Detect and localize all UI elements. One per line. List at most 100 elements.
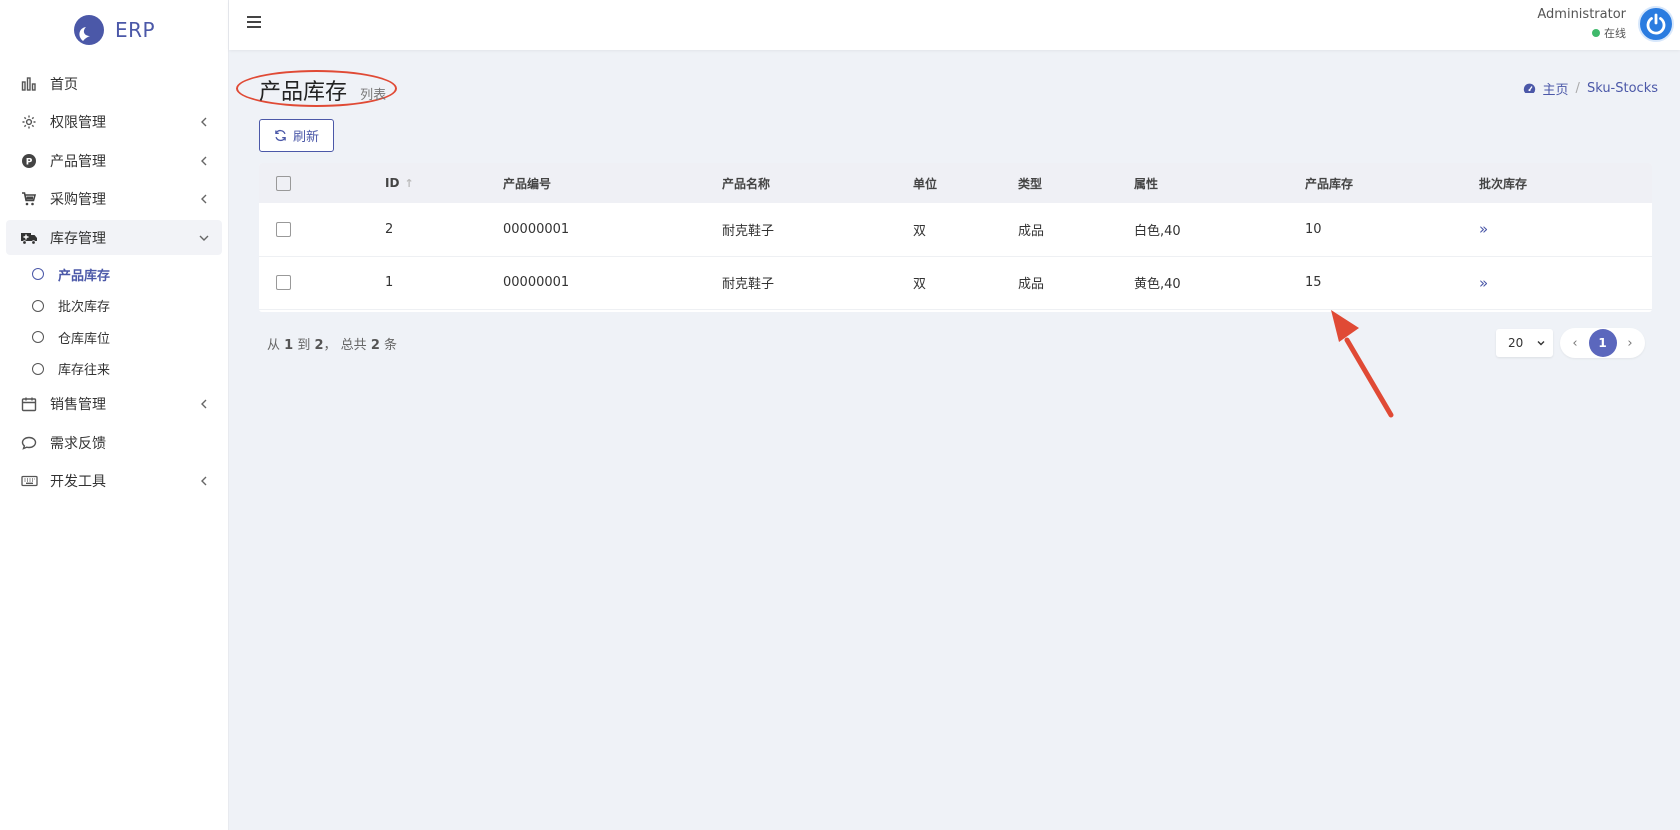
sidebar-item-label: 开发工具 [50, 474, 106, 490]
page-1-button[interactable]: 1 [1588, 329, 1617, 357]
cell-product-stock: 15 [1305, 275, 1322, 290]
header-type: 类型 [1018, 176, 1043, 191]
circle-icon [32, 331, 44, 344]
sidebar-subitem-warehouse-location[interactable]: 仓库库位 [6, 322, 222, 354]
summary-from: 1 [284, 338, 294, 353]
sidebar-menu: 首页 权限管理 P 产品管理 采购管理 库存管理 产品库存 批次库存 仓库库位 … [0, 60, 228, 499]
summary-suffix: 条 [384, 338, 398, 353]
pagination: ‹ 1 › [1560, 328, 1645, 358]
checkbox-icon[interactable] [276, 275, 291, 290]
cell-type: 成品 [1018, 277, 1045, 292]
table-row: 1 00000001 耐克鞋子 双 成品 黄色,40 15 » [259, 256, 1652, 309]
cell-id: 2 [385, 221, 394, 237]
sort-arrow-up-icon[interactable]: ↑ [404, 177, 413, 190]
sidebar-item-label: 库存管理 [50, 230, 106, 247]
sidebar-subitem-batch-stock[interactable]: 批次库存 [6, 290, 222, 322]
header-id[interactable]: ID ↑ [385, 163, 503, 203]
batch-stock-link[interactable]: » [1479, 220, 1488, 238]
cell-attributes: 白色,40 [1134, 223, 1181, 239]
row-select[interactable] [259, 256, 385, 309]
power-icon [1646, 13, 1666, 35]
cell-product-stock: 10 [1305, 221, 1322, 237]
sidebar-subitem-product-stock[interactable]: 产品库存 [6, 259, 222, 291]
checkbox-icon[interactable] [276, 175, 291, 191]
summary-mid: 到 [297, 338, 311, 353]
sidebar-item-label: 首页 [50, 76, 78, 93]
sidebar-item-feedback[interactable]: 需求反馈 [6, 425, 222, 460]
header-unit: 单位 [913, 176, 938, 191]
breadcrumb-separator: / [1575, 81, 1580, 96]
cell-unit: 双 [913, 223, 927, 239]
cell-type: 成品 [1018, 223, 1045, 239]
page-subtitle: 列表 [360, 88, 387, 103]
chat-bubble-icon [20, 434, 38, 452]
main-content: 产品库存 列表 主页 / Sku-Stocks 刷新 ID ↑ 产品编号 产品名… [229, 50, 1680, 830]
stock-table-card: ID↑ 产品编号 产品名称 单位 类型 属性 产品库存 批次库存 2 0000 [259, 163, 1652, 312]
gear-icon [20, 113, 38, 131]
sidebar-subitem-label: 批次库存 [58, 300, 111, 316]
sidebar-item-sales[interactable]: 销售管理 [6, 387, 222, 422]
topbar: Administrator 在线 [229, 0, 1680, 50]
sidebar-item-products[interactable]: P 产品管理 [6, 143, 222, 178]
refresh-button[interactable]: 刷新 [259, 119, 334, 152]
page-size-select[interactable]: 20 [1496, 329, 1553, 357]
row-select[interactable] [259, 203, 385, 256]
breadcrumb-home-link[interactable]: 主页 [1543, 79, 1569, 98]
sidebar-item-purchasing[interactable]: 采购管理 [6, 182, 222, 217]
sidebar-subitem-stock-transactions[interactable]: 库存往来 [6, 353, 222, 385]
header-select-all[interactable] [259, 163, 385, 203]
app-root: ERP 首页 权限管理 P 产品管理 采购管理 库存管理 产品库存 批次库存 仓… [0, 0, 1680, 830]
circle-icon [32, 299, 44, 312]
batch-stock-link[interactable]: » [1479, 274, 1488, 292]
chevron-down-icon [199, 235, 209, 241]
sidebar-item-home[interactable]: 首页 [6, 66, 222, 101]
product-p-icon: P [20, 152, 38, 170]
breadcrumb: 主页 / Sku-Stocks [1523, 79, 1658, 98]
sidebar-item-dev-tools[interactable]: 开发工具 [6, 464, 222, 499]
cell-batch-stock: » [1479, 203, 1652, 256]
sidebar-item-label: 采购管理 [50, 192, 106, 208]
online-dot-icon [1592, 29, 1600, 37]
user-info[interactable]: Administrator 在线 [1537, 7, 1626, 41]
header-id-label: ID [385, 176, 400, 190]
circle-icon [32, 362, 44, 375]
chevron-left-icon [201, 194, 207, 204]
sidebar-item-inventory[interactable]: 库存管理 [6, 220, 222, 255]
chevron-left-icon [201, 399, 207, 409]
truck-icon [20, 229, 38, 247]
page-size-value: 20 [1508, 336, 1524, 350]
sidebar-item-permissions[interactable]: 权限管理 [6, 105, 222, 140]
sidebar: ERP 首页 权限管理 P 产品管理 采购管理 库存管理 产品库存 批次库存 仓… [0, 0, 229, 830]
brand[interactable]: ERP [0, 0, 228, 60]
cell-batch-stock: » [1479, 256, 1652, 309]
header-batch-stock: 批次库存 [1479, 176, 1528, 191]
sidebar-item-label: 产品管理 [50, 153, 106, 170]
breadcrumb-current[interactable]: Sku-Stocks [1587, 81, 1658, 96]
refresh-icon [275, 129, 286, 142]
brand-name: ERP [114, 18, 156, 42]
checkbox-icon[interactable] [276, 221, 291, 237]
bar-chart-icon [20, 75, 38, 93]
stock-table: ID↑ 产品编号 产品名称 单位 类型 属性 产品库存 批次库存 2 0000 [259, 163, 1652, 310]
cell-product-code: 00000001 [503, 221, 570, 237]
user-name: Administrator [1537, 7, 1626, 22]
sidebar-item-label: 销售管理 [50, 397, 106, 413]
cell-attributes: 黄色,40 [1134, 277, 1181, 292]
keyboard-icon [20, 472, 38, 490]
next-page-button[interactable]: › [1623, 336, 1637, 351]
cell-product-name: 耐克鞋子 [722, 277, 775, 292]
header-attributes: 属性 [1134, 176, 1159, 191]
cell-id: 1 [385, 275, 394, 290]
header-product-name: 产品名称 [722, 176, 771, 191]
pagination-summary: 从 1 到 2， 总共 2 条 [267, 334, 397, 353]
header-product-stock: 产品库存 [1305, 176, 1354, 191]
avatar[interactable] [1638, 6, 1674, 42]
chevron-down-icon [1537, 341, 1545, 346]
prev-page-button[interactable]: ‹ [1568, 336, 1582, 351]
page-header: 产品库存 列表 [259, 74, 386, 106]
cart-icon [20, 190, 38, 208]
inventory-submenu: 产品库存 批次库存 仓库库位 库存往来 [6, 259, 222, 387]
hamburger-menu-icon[interactable] [246, 14, 262, 30]
page-title: 产品库存 [259, 80, 348, 105]
sidebar-item-label: 权限管理 [50, 115, 106, 131]
